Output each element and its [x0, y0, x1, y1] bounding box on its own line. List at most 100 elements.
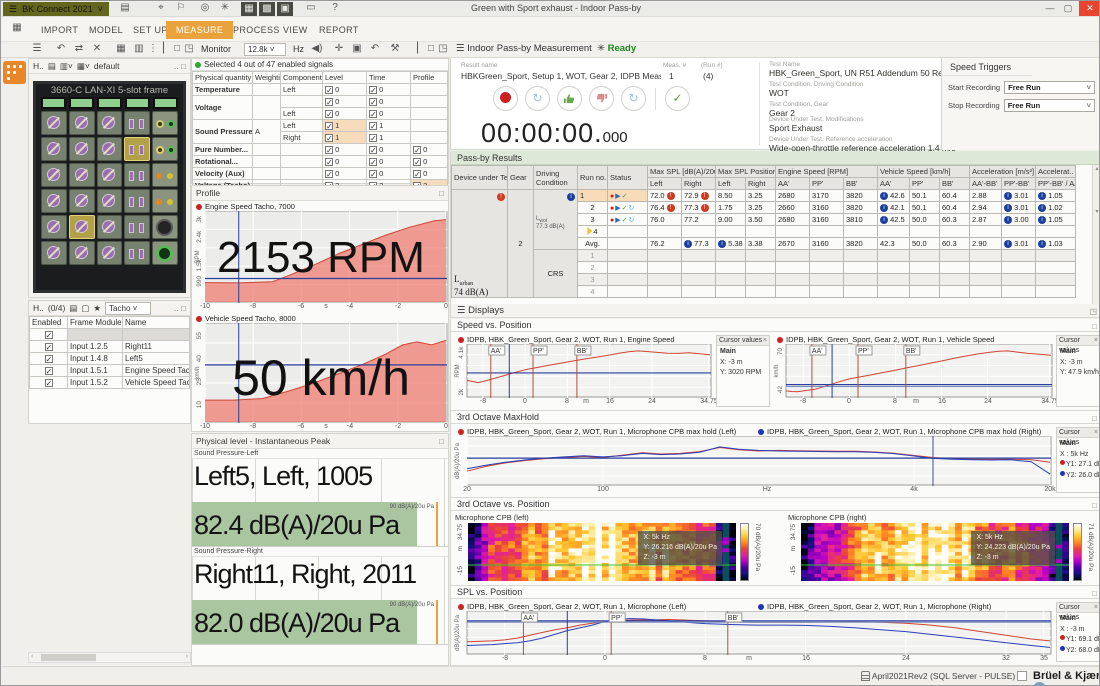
hw-mini-connector[interactable] — [124, 215, 150, 239]
bk-app-icon[interactable] — [3, 61, 26, 84]
engine-speed-chart[interactable]: AA'PP'BB'4.1k2kRPM-808m162434.75 — [454, 344, 712, 408]
peak-max-icon[interactable]: □ — [439, 434, 444, 449]
redo-left-button[interactable]: ↻ — [525, 86, 550, 111]
signal-row[interactable]: Rotational...✓ 0✓ 0✓ 0 — [193, 156, 448, 168]
start-recording-select[interactable]: Free Run˅ — [1004, 81, 1095, 94]
hardware-frame[interactable]: 3660-C LAN-XI 5-slot frame — [33, 81, 186, 293]
search-icon[interactable]: ◎ — [197, 2, 213, 13]
reorder-icon[interactable]: ⇄ — [71, 43, 87, 54]
apps-icon[interactable]: ▦ — [9, 22, 25, 33]
sample-rate-select[interactable]: 12.8k ˅ — [244, 43, 286, 56]
hw-connector[interactable] — [69, 241, 95, 265]
meter-right[interactable]: Right11, Right, 2011 90 dB(A)/20u Pa 82.… — [192, 557, 448, 645]
pause-icon[interactable]: ▣ — [349, 43, 365, 54]
hw-connector[interactable] — [97, 137, 123, 161]
ch-col-name[interactable]: Name — [123, 317, 190, 329]
channel-row[interactable]: ✓Input 1.5.2Vehicle Speed Tacho — [30, 377, 190, 389]
engine-tacho-chart[interactable]: 3k2.4k1.5k990RPM-10-8-6s-4-202153 RPM — [194, 211, 448, 313]
hw-connector[interactable] — [41, 189, 67, 213]
cpb-max-icon[interactable]: □ — [1092, 412, 1097, 425]
accept-button[interactable]: ✓ — [665, 86, 690, 111]
hw-io-cell[interactable] — [152, 215, 178, 239]
cursor-close-icon[interactable]: × — [1094, 428, 1098, 437]
maximize-button[interactable]: ▢ — [1059, 1, 1077, 16]
hw-mini-connector[interactable] — [124, 241, 150, 265]
vehicle-tacho-chart[interactable]: 55402510km/h-10-8-6s-4-2050 km/h — [194, 323, 448, 433]
cpb-maxhold-chart[interactable]: dB(A)/20u Pa20100Hz4k20k — [454, 436, 1052, 496]
pane-pop-icon[interactable]: ◳ — [181, 43, 197, 54]
ch-favorite-icon[interactable]: ★ — [93, 301, 101, 316]
speed-section-title[interactable]: Speed vs. Position□ — [451, 319, 1100, 332]
hw-io-cell[interactable] — [152, 137, 178, 161]
stop-recording-select[interactable]: Free Run˅ — [1004, 99, 1095, 112]
table-view-icon[interactable]: ▦ — [113, 43, 129, 54]
ch-preset-select[interactable]: Tacho ˅ — [105, 302, 151, 315]
cursor-close-icon[interactable]: × — [763, 336, 767, 345]
hw-connector[interactable] — [97, 241, 123, 265]
hw-users-icon[interactable]: ▥˅ — [60, 59, 73, 74]
hw-more-icon[interactable]: ‥ □ — [174, 59, 186, 74]
left-horizontal-scrollbar[interactable]: ‹› — [28, 652, 191, 663]
hw-connector[interactable] — [41, 163, 67, 187]
status-checkbox[interactable] — [1017, 671, 1027, 681]
cursor-close-icon[interactable]: × — [1094, 603, 1098, 612]
layout-split-icon[interactable]: ▩ — [259, 2, 275, 16]
approve-button[interactable] — [557, 86, 582, 111]
hw-connector[interactable] — [97, 111, 123, 135]
ch-col-channel[interactable]: Frame Module Channel — [68, 317, 123, 329]
hw-save-icon[interactable]: ▤ — [48, 59, 56, 74]
hw-connector[interactable] — [69, 215, 95, 239]
hw-connector[interactable] — [69, 137, 95, 161]
move-icon[interactable]: ✛ — [331, 43, 347, 54]
cpb-section-title[interactable]: 3rd Octave MaxHold□ — [451, 411, 1100, 424]
profile-max-icon[interactable]: □ — [439, 186, 444, 201]
ch-folder-icon[interactable]: ▢ — [81, 301, 89, 316]
signal-row[interactable]: TemperatureLeft✓ 0✓ 0 — [193, 84, 448, 96]
channel-row[interactable]: ✓Input 1.2.5Right11 — [30, 341, 190, 353]
undo-icon[interactable]: ↶ — [53, 43, 69, 54]
hw-connector[interactable] — [41, 241, 67, 265]
spl-max-icon[interactable]: □ — [1092, 587, 1097, 600]
database-indicator[interactable]: April2021Rev2 (SQL Server - PULSE) — [861, 671, 1015, 681]
signal-row[interactable]: Pure Number...✓ 0✓ 0✓ 0 — [193, 144, 448, 156]
passby-crs-row[interactable]: CRS1 — [452, 250, 1076, 262]
layout-single-icon[interactable]: ▣ — [277, 2, 293, 16]
meter-left[interactable]: Left5, Left, 1005 90 dB(A)/20u Pa 82.4 d… — [192, 459, 448, 547]
channel-enabled-checkbox[interactable]: ✓ — [45, 355, 53, 363]
ch-save-icon[interactable]: ▤ — [69, 301, 77, 316]
panel-menu-icon[interactable]: ☰ — [29, 43, 45, 54]
hw-connector[interactable] — [41, 137, 67, 161]
passby-run-row[interactable]: ! Lurban74 dB(A)2 i Lwot77.3 dB(A)1●▶✓72… — [452, 190, 1076, 202]
document-icon[interactable]: ▭ — [303, 2, 319, 13]
spectrogram-left[interactable]: X: 5k HzY: 26.216 dB(A)/20u PaZ: -3 m — [468, 523, 736, 581]
cursor-close-icon[interactable]: × — [1094, 336, 1098, 345]
hw-connector[interactable] — [69, 163, 95, 187]
hw-connector[interactable] — [41, 215, 67, 239]
hw-grid-icon[interactable]: ▦˅ — [77, 59, 90, 74]
reject-button[interactable] — [589, 86, 614, 111]
hw-preset-select[interactable]: default — [94, 59, 120, 74]
spl-section-title[interactable]: SPL vs. Position□ — [451, 586, 1100, 599]
hw-connector[interactable] — [97, 215, 123, 239]
settings-icon[interactable]: ✳ — [217, 2, 233, 13]
hw-connector[interactable] — [69, 111, 95, 135]
signal-row[interactable]: Sound PressureALeft✓ 1✓ 1 — [193, 120, 448, 132]
channel-row[interactable]: ✓Input 1.4.8Left5 — [30, 353, 190, 365]
hw-connector[interactable] — [97, 189, 123, 213]
pane-pop2-icon[interactable]: ◳ — [435, 43, 451, 54]
revert-icon[interactable]: ↶ — [367, 43, 383, 54]
close-button[interactable]: ✕ — [1079, 1, 1100, 16]
hw-mini-connector[interactable] — [124, 137, 150, 161]
channel-enabled-checkbox[interactable]: ✓ — [45, 367, 53, 375]
ch-more-icon[interactable]: ‥ □ — [174, 301, 186, 316]
octpos-max-icon[interactable]: □ — [1092, 499, 1097, 512]
spectrogram-right[interactable]: X: 5k HzY: 24.223 dB(A)/20u PaZ: -3 m — [801, 523, 1069, 581]
octpos-section-title[interactable]: 3rd Octave vs. Position□ — [451, 498, 1100, 511]
channel-row[interactable]: ✓Input 1.5.1Engine Speed Tacho — [30, 365, 190, 377]
vehicle-speed-chart[interactable]: AA'PP'BB'7042km/h-808m162434.75 — [773, 344, 1053, 408]
speed-max-icon[interactable]: □ — [1092, 320, 1097, 333]
help-icon[interactable]: ? — [327, 2, 343, 13]
signal-row[interactable]: Voltage✓ 0✓ 0 — [193, 96, 448, 108]
speaker-icon[interactable]: ◀) — [309, 43, 325, 54]
record-button[interactable] — [493, 86, 518, 111]
